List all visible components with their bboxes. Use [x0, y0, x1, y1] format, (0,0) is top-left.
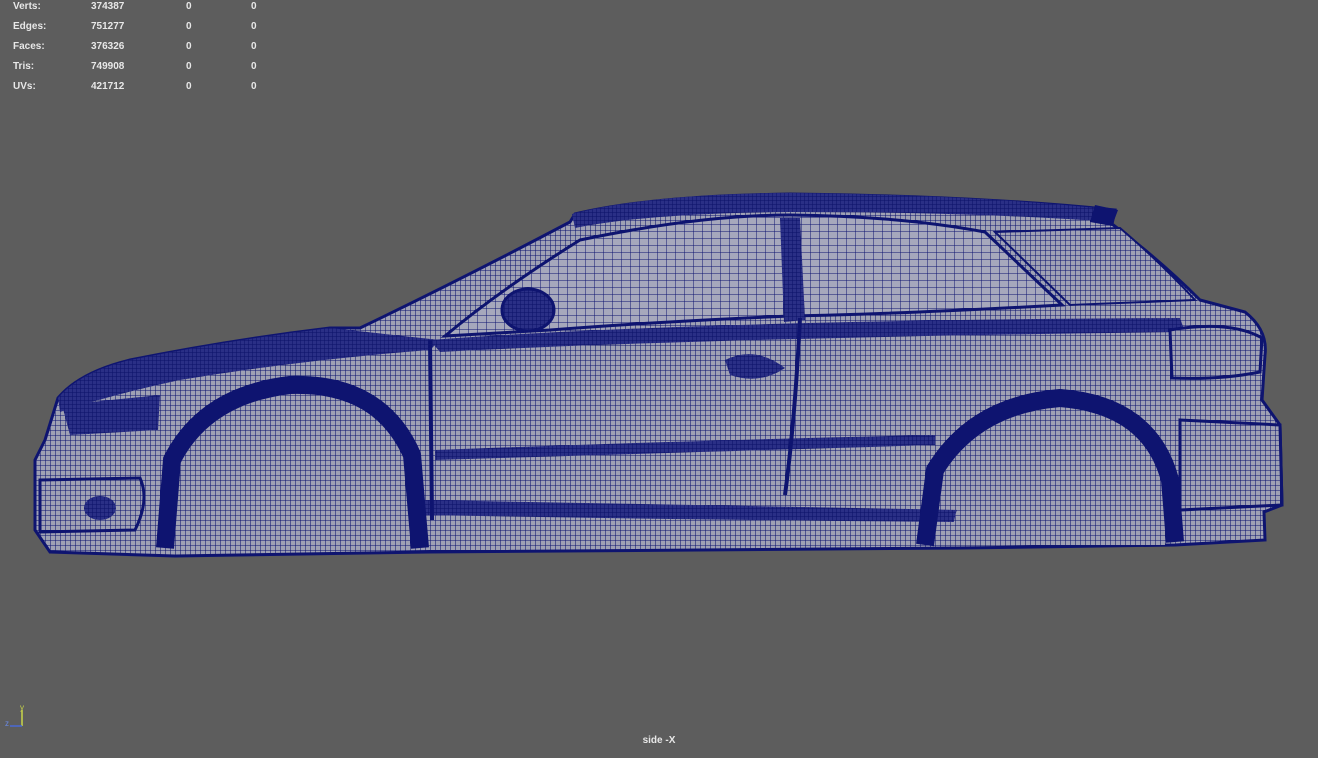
hud-row-verts: Verts: 374387 0 0: [13, 0, 273, 20]
hud-label: Tris:: [13, 61, 35, 72]
axis-z-label: z: [5, 719, 9, 728]
camera-name-label: side -X: [642, 735, 676, 746]
hud-selected: 0: [186, 1, 192, 12]
car-wireframe-mesh[interactable]: [0, 0, 1318, 753]
hud-selected: 0: [186, 21, 192, 32]
hud-total: 376326: [91, 41, 125, 52]
viewport-3d[interactable]: [0, 0, 1318, 753]
hud-row-edges: Edges: 751277 0 0: [13, 20, 273, 40]
hud-component: 0: [251, 21, 257, 32]
axis-y-label: y: [20, 703, 24, 712]
hud-total: 749908: [91, 61, 125, 72]
hud-selected: 0: [186, 41, 192, 52]
hud-selected: 0: [186, 61, 192, 72]
wing-mirror: [500, 287, 556, 333]
hud-total: 751277: [91, 21, 125, 32]
view-axis-icon: y z: [4, 702, 30, 730]
front-door-seam: [428, 339, 434, 521]
hud-label: Edges:: [13, 21, 47, 32]
poly-count-hud: Verts: 374387 0 0 Edges: 751277 0 0 Face…: [13, 0, 273, 100]
hud-row-faces: Faces: 376326 0 0: [13, 40, 273, 60]
tail-light: [1168, 324, 1264, 380]
hud-label: Verts:: [13, 1, 41, 12]
hud-row-uvs: UVs: 421712 0 0: [13, 80, 273, 100]
hud-component: 0: [251, 81, 257, 92]
fog-lamp: [84, 496, 116, 520]
hud-total: 374387: [91, 1, 125, 12]
hud-component: 0: [251, 1, 257, 12]
hud-total: 421712: [91, 81, 125, 92]
hud-selected: 0: [186, 81, 192, 92]
hud-label: UVs:: [13, 81, 36, 92]
hud-component: 0: [251, 61, 257, 72]
hud-row-tris: Tris: 749908 0 0: [13, 60, 273, 80]
hud-component: 0: [251, 41, 257, 52]
rear-bumper: [1178, 418, 1284, 512]
hud-label: Faces:: [13, 41, 45, 52]
